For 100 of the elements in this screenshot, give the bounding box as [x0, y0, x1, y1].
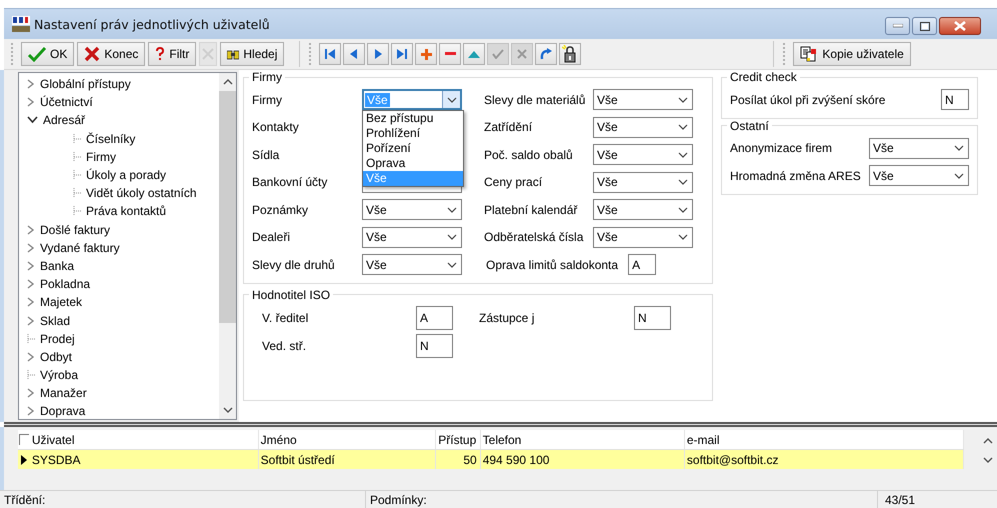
dropdown[interactable]: Vše — [362, 226, 462, 248]
table-cell: 494 590 100 — [480, 450, 685, 469]
chevron-down-icon — [678, 124, 688, 130]
scrollbar[interactable] — [219, 73, 236, 419]
dropdown-option[interactable]: Oprava — [363, 156, 463, 172]
field-label: Kontakty — [252, 120, 300, 134]
close-button[interactable] — [939, 17, 981, 35]
field-label: Firmy — [252, 92, 283, 107]
add-button[interactable] — [415, 43, 438, 65]
refresh-button[interactable] — [535, 43, 558, 65]
chevron-down-icon — [678, 152, 688, 158]
up-triangle-icon — [468, 50, 480, 58]
checkbox[interactable] — [18, 434, 29, 445]
first-button[interactable] — [319, 43, 342, 65]
tree-item[interactable]: Účetnictví — [40, 95, 93, 110]
minimize-button[interactable] — [885, 17, 910, 35]
input-field[interactable]: N — [634, 306, 671, 330]
toolbar-button[interactable]: OK — [21, 42, 74, 66]
status-text: Podmínky: — [366, 491, 878, 508]
input-field[interactable]: A — [628, 254, 656, 276]
copy-icon — [800, 46, 818, 62]
tree-connector-icon — [73, 152, 81, 162]
tree-item[interactable]: Globální přístupy — [40, 77, 131, 92]
column-header[interactable]: Uživatel — [30, 430, 259, 449]
tree-item[interactable]: Číselníky — [86, 132, 136, 146]
input-field[interactable]: N — [941, 89, 969, 110]
next-button[interactable] — [367, 43, 390, 65]
table-row[interactable]: SYSDBA Softbit ústředí 50 494 590 100 softbit@softbit.cz — [18, 450, 964, 469]
tree-item[interactable]: Vydané faktury — [40, 240, 120, 255]
tree-item[interactable]: Odbyt — [40, 350, 72, 364]
next-arrow-icon — [373, 49, 384, 59]
input-field[interactable]: N — [416, 334, 453, 358]
maximize-icon — [920, 22, 930, 30]
tree-item[interactable]: Banka — [40, 258, 74, 273]
dropdown[interactable]: Vše — [593, 226, 693, 248]
dropdown-option[interactable]: Bez přístupu — [363, 111, 463, 126]
tree-connector-icon — [27, 370, 35, 380]
toolbar-button[interactable]: Filtr — [148, 42, 196, 66]
tree-item[interactable]: Výroba — [40, 368, 78, 382]
tree-item[interactable]: Vidět úkoly ostatních — [86, 186, 197, 200]
toolbar-button[interactable]: Hledej — [220, 42, 284, 66]
current-row-icon — [20, 454, 27, 464]
refresh-icon — [540, 48, 553, 60]
tree-item[interactable]: Práva kontaktů — [86, 204, 166, 218]
tree-item[interactable]: Doprava — [40, 404, 86, 418]
tree-item[interactable]: Úkoly a porady — [86, 168, 166, 182]
dropdown-option[interactable]: Pořízení — [363, 141, 463, 156]
field-label: Dealeři — [252, 230, 292, 244]
dropdown[interactable]: Vše — [593, 116, 693, 138]
minus-icon — [444, 52, 456, 56]
close-icon — [954, 21, 966, 31]
column-header[interactable]: e-mail — [684, 430, 964, 449]
tree-item[interactable]: Adresář — [43, 113, 86, 128]
field-label: Ceny prací — [484, 175, 544, 190]
tree-connector-icon — [73, 206, 81, 216]
lock-button[interactable] — [559, 43, 582, 65]
dropdown[interactable]: Vše — [593, 144, 693, 166]
column-header[interactable]: Telefon — [480, 430, 685, 449]
toolbar-button[interactable]: Kopie uživatele — [793, 42, 911, 66]
tree-item[interactable]: Pokladna — [40, 277, 90, 292]
dropdown[interactable]: Vše — [362, 199, 462, 220]
scrollbar-thumb[interactable] — [219, 91, 236, 323]
tree-item[interactable]: Firmy — [86, 150, 116, 164]
input-field[interactable]: A — [416, 306, 453, 330]
chevron-down-icon — [678, 179, 688, 186]
dropdown[interactable]: Vše — [593, 89, 693, 110]
field-label: Slevy dle druhů — [252, 258, 336, 272]
last-button[interactable] — [391, 43, 414, 65]
field-label: Ved. stř. — [262, 338, 308, 352]
up-button[interactable] — [463, 43, 486, 65]
cross-icon — [517, 49, 528, 59]
padlock-icon — [562, 45, 578, 63]
dropdown[interactable]: Vše — [593, 172, 693, 193]
tree-connector-icon — [73, 134, 81, 144]
scroll-up-icon[interactable] — [983, 436, 993, 444]
scroll-down-icon[interactable] — [983, 456, 993, 464]
dropdown-option[interactable]: Prohlížení — [363, 126, 463, 142]
prev-button[interactable] — [343, 43, 366, 65]
chevron-down-icon — [447, 234, 457, 240]
question-icon — [155, 47, 166, 61]
tree-connector-icon — [73, 188, 81, 198]
dropdown[interactable]: Vše — [362, 254, 462, 276]
toolbar-button[interactable]: Konec — [77, 42, 146, 66]
check-icon — [28, 46, 46, 62]
dropdown[interactable]: Vše — [869, 138, 969, 159]
tree-item[interactable]: Sklad — [40, 314, 70, 328]
dropdown[interactable]: Vše — [593, 199, 693, 220]
maximize-button[interactable] — [912, 17, 937, 35]
tree-item[interactable]: Prodej — [40, 332, 75, 346]
column-header[interactable]: Jméno — [258, 430, 436, 449]
field-label: Slevy dle materiálů — [484, 92, 586, 107]
field-label: Posílat úkol při zvýšení skóre — [730, 92, 886, 107]
scroll-up-icon[interactable] — [222, 78, 232, 85]
dropdown[interactable]: Vše — [869, 165, 969, 186]
tree-item[interactable]: Došlé faktury — [40, 222, 110, 237]
remove-button[interactable] — [439, 43, 462, 65]
column-header[interactable]: Přístup — [436, 430, 481, 449]
tree-item[interactable]: Majetek — [40, 295, 82, 310]
scroll-down-icon[interactable] — [222, 407, 232, 414]
tree-item[interactable]: Manažer — [40, 386, 87, 400]
